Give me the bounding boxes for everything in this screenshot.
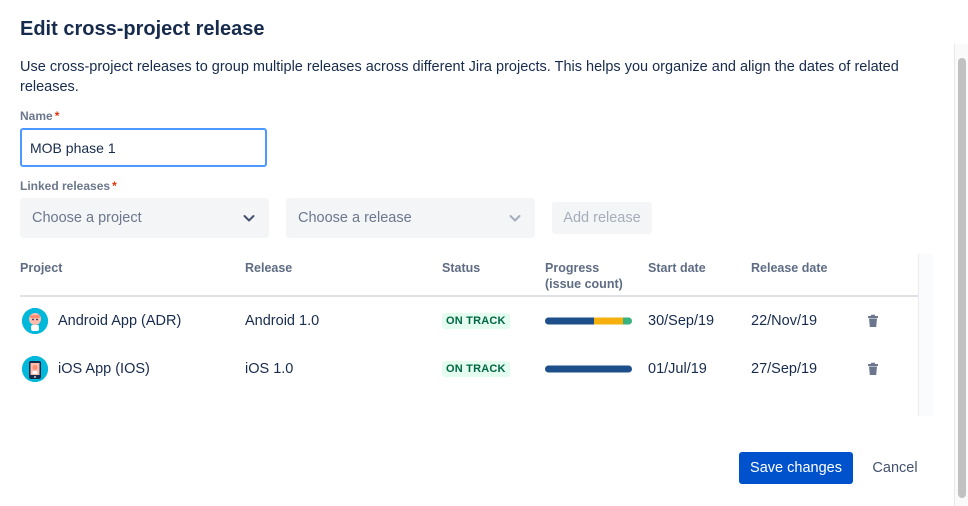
start-date: 01/Jul/19 bbox=[648, 361, 707, 377]
chevron-down-icon bbox=[241, 210, 257, 226]
progress-done-segment bbox=[545, 365, 632, 373]
table-scrollbar[interactable] bbox=[918, 254, 933, 416]
project-name: iOS App (IOS) bbox=[58, 361, 150, 377]
scrollbar-thumb[interactable] bbox=[958, 58, 966, 498]
release-date: 27/Sep/19 bbox=[751, 361, 818, 377]
edit-release-dialog: Edit cross-project release Use cross-pro… bbox=[0, 0, 968, 506]
release-name: iOS 1.0 bbox=[245, 361, 294, 377]
release-select[interactable]: Choose a release bbox=[286, 198, 535, 238]
progress-bar bbox=[545, 365, 632, 373]
required-marker: * bbox=[112, 179, 117, 193]
project-cell: Android App (ADR) bbox=[22, 308, 181, 334]
release-select-placeholder: Choose a release bbox=[298, 210, 412, 226]
cancel-button[interactable]: Cancel bbox=[864, 452, 926, 484]
column-header-status: Status bbox=[442, 261, 481, 275]
ios-app-avatar-icon bbox=[22, 356, 48, 382]
column-header-project: Project bbox=[20, 261, 63, 275]
project-name: Android App (ADR) bbox=[58, 313, 182, 329]
column-header-release-date: Release date bbox=[751, 261, 828, 275]
column-header-progress: Progress (issue count) bbox=[545, 261, 623, 291]
progress-todo-segment bbox=[623, 317, 632, 325]
status-badge: ON TRACK bbox=[442, 313, 510, 329]
table-row: iOS App (IOS) iOS 1.0 ON TRACK 01/Jul/19… bbox=[20, 345, 918, 393]
name-label: Name * bbox=[20, 109, 60, 123]
linked-releases-table: Project Release Status Progress (issue c… bbox=[20, 254, 918, 393]
column-header-start-date: Start date bbox=[648, 261, 706, 275]
dialog-title: Edit cross-project release bbox=[20, 18, 265, 40]
required-marker: * bbox=[54, 109, 60, 123]
save-changes-button[interactable]: Save changes bbox=[739, 452, 853, 484]
progress-cell bbox=[545, 365, 632, 373]
progress-bar bbox=[545, 317, 632, 325]
project-cell: iOS App (IOS) bbox=[22, 356, 150, 382]
progress-in-progress-segment bbox=[593, 317, 624, 325]
start-date: 30/Sep/19 bbox=[648, 313, 715, 329]
trash-icon[interactable] bbox=[866, 362, 880, 376]
chevron-down-icon bbox=[507, 210, 523, 226]
dialog-description: Use cross-project releases to group mult… bbox=[20, 59, 899, 95]
add-release-button[interactable]: Add release bbox=[552, 202, 652, 234]
release-date: 22/Nov/19 bbox=[751, 313, 818, 329]
status-cell: ON TRACK bbox=[442, 361, 510, 377]
progress-done-segment bbox=[545, 317, 594, 325]
status-badge: ON TRACK bbox=[442, 361, 510, 377]
progress-cell bbox=[545, 317, 632, 325]
dialog-scrollbar[interactable] bbox=[954, 44, 968, 506]
column-header-release: Release bbox=[245, 261, 293, 275]
table-row: Android App (ADR) Android 1.0 ON TRACK 3… bbox=[20, 297, 918, 345]
project-select[interactable]: Choose a project bbox=[20, 198, 269, 238]
linked-releases-label: Linked releases * bbox=[20, 179, 117, 193]
trash-icon[interactable] bbox=[866, 314, 880, 328]
name-input[interactable] bbox=[20, 128, 267, 167]
table-header: Project Release Status Progress (issue c… bbox=[20, 254, 918, 297]
release-name: Android 1.0 bbox=[245, 313, 320, 329]
android-app-avatar-icon bbox=[22, 308, 48, 334]
project-select-placeholder: Choose a project bbox=[32, 210, 142, 226]
status-cell: ON TRACK bbox=[442, 313, 510, 329]
